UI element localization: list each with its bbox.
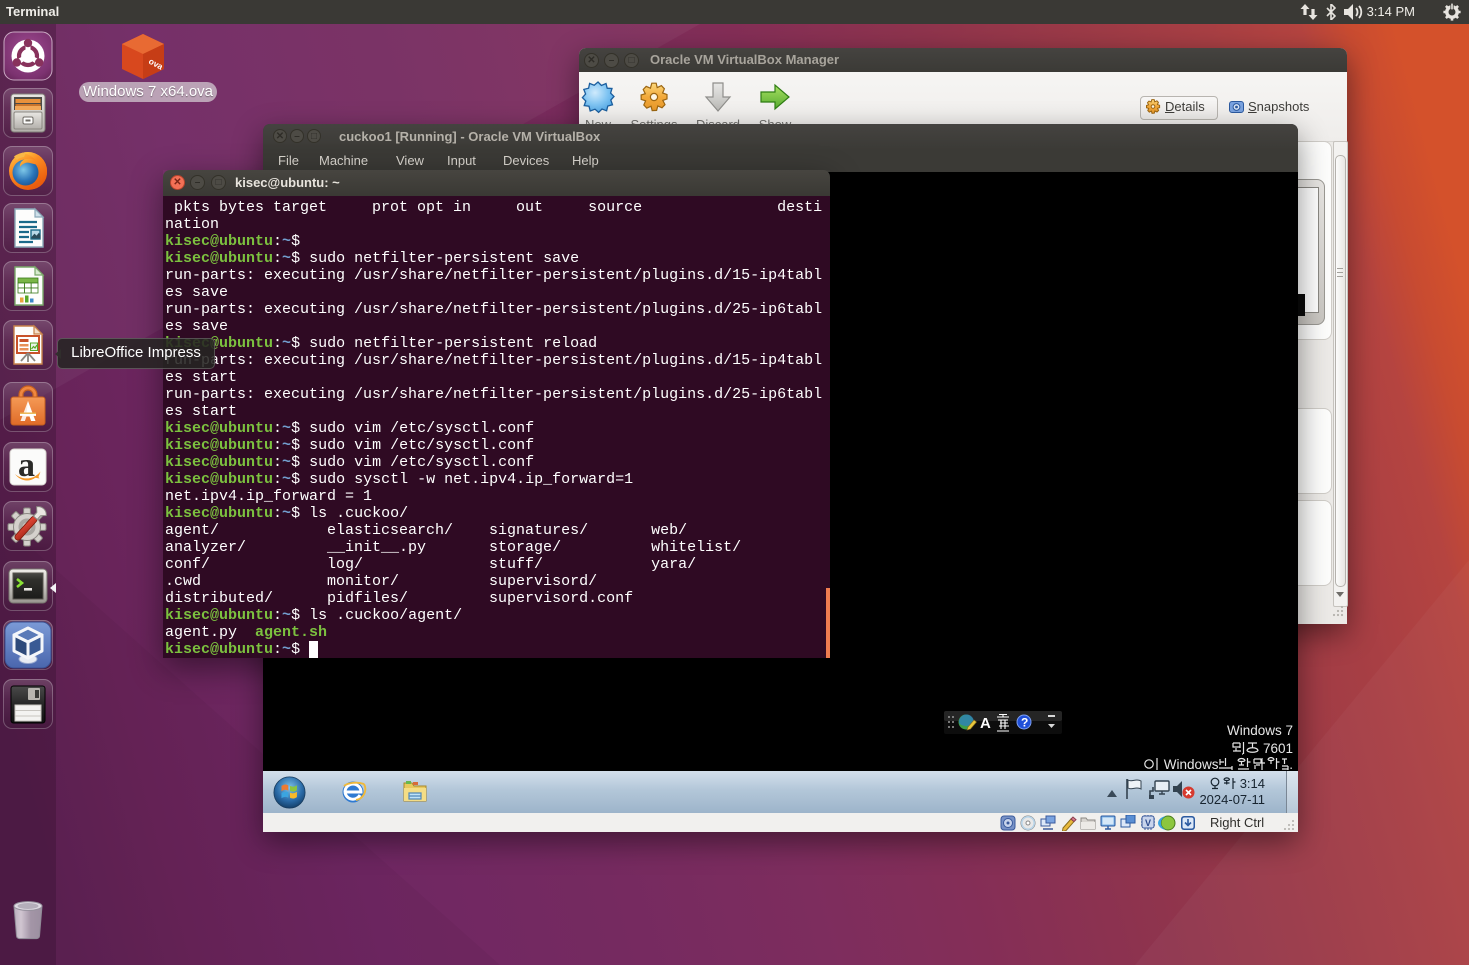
svg-text:A: A: [980, 715, 991, 732]
svg-text:V: V: [1145, 818, 1151, 828]
svg-text:?: ?: [1021, 716, 1028, 730]
